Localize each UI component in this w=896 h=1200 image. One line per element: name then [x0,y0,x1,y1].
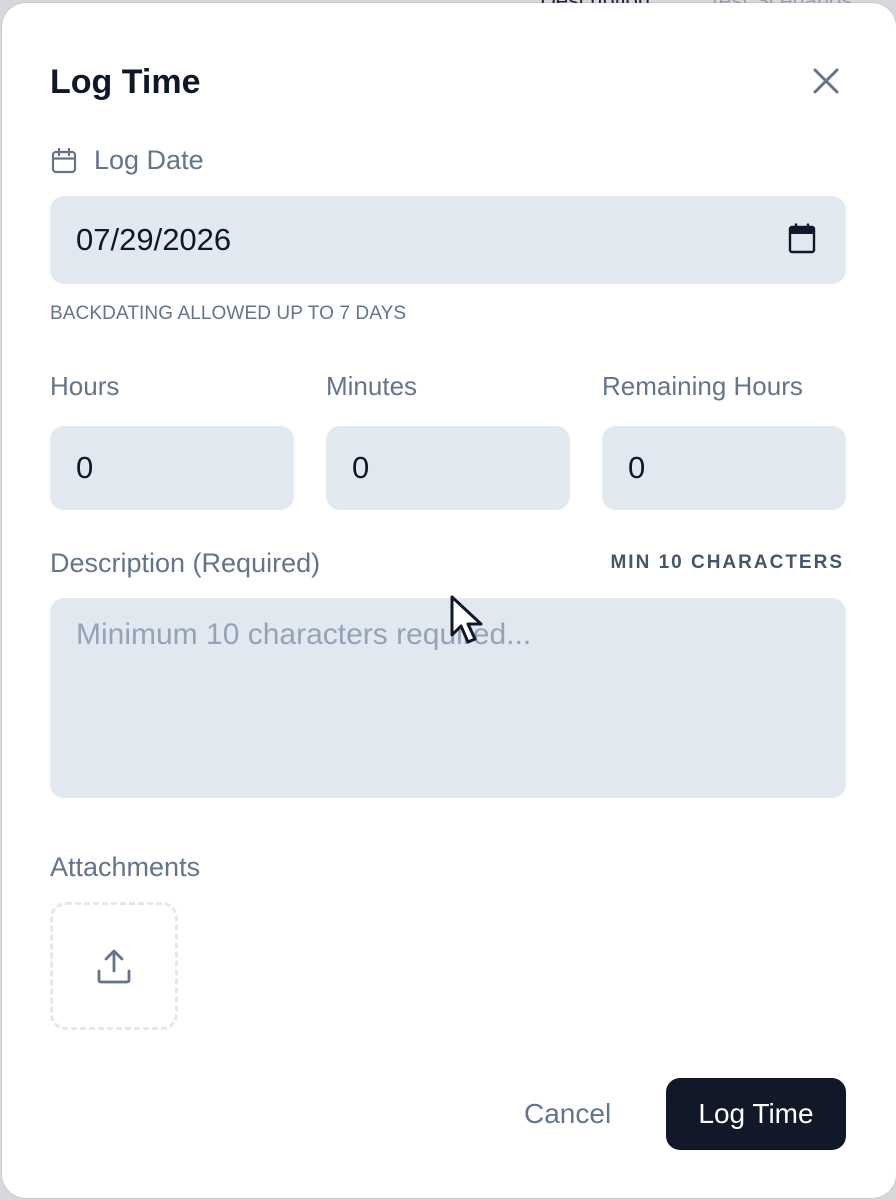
mouse-cursor-icon [450,595,483,644]
description-label: Description (Required) [50,548,321,578]
hours-input[interactable]: 0 [50,426,294,510]
calendar-picker-icon [788,223,816,254]
remaining-hours-input[interactable]: 0 [602,426,846,510]
close-icon [813,68,839,94]
date-picker-button[interactable] [788,222,816,254]
attachments-label: Attachments [50,852,201,882]
minutes-value: 0 [352,450,370,485]
log-date-input[interactable]: 07/29/2026 [50,196,846,284]
log-date-value: 07/29/2026 [76,222,232,257]
calendar-icon [51,147,77,173]
minutes-input[interactable]: 0 [326,426,570,510]
dialog-title: Log Time [50,63,201,101]
hours-label: Hours [50,371,120,401]
minutes-label: Minutes [326,371,418,401]
upload-attachment-button[interactable] [50,902,178,1030]
log-time-button[interactable]: Log Time [666,1078,846,1150]
hours-value: 0 [76,450,94,485]
min-characters-hint: MIN 10 CHARACTERS [610,552,844,573]
close-button[interactable] [808,63,844,99]
remaining-hours-value: 0 [628,450,646,485]
remaining-hours-label: Remaining Hours [602,371,803,401]
upload-icon [97,949,131,984]
backdating-hint: BACKDATING ALLOWED UP TO 7 DAYS [50,303,407,324]
log-date-label: Log Date [94,145,204,175]
log-date-label-row: Log Date [50,145,204,176]
cancel-button[interactable]: Cancel [524,1098,611,1130]
